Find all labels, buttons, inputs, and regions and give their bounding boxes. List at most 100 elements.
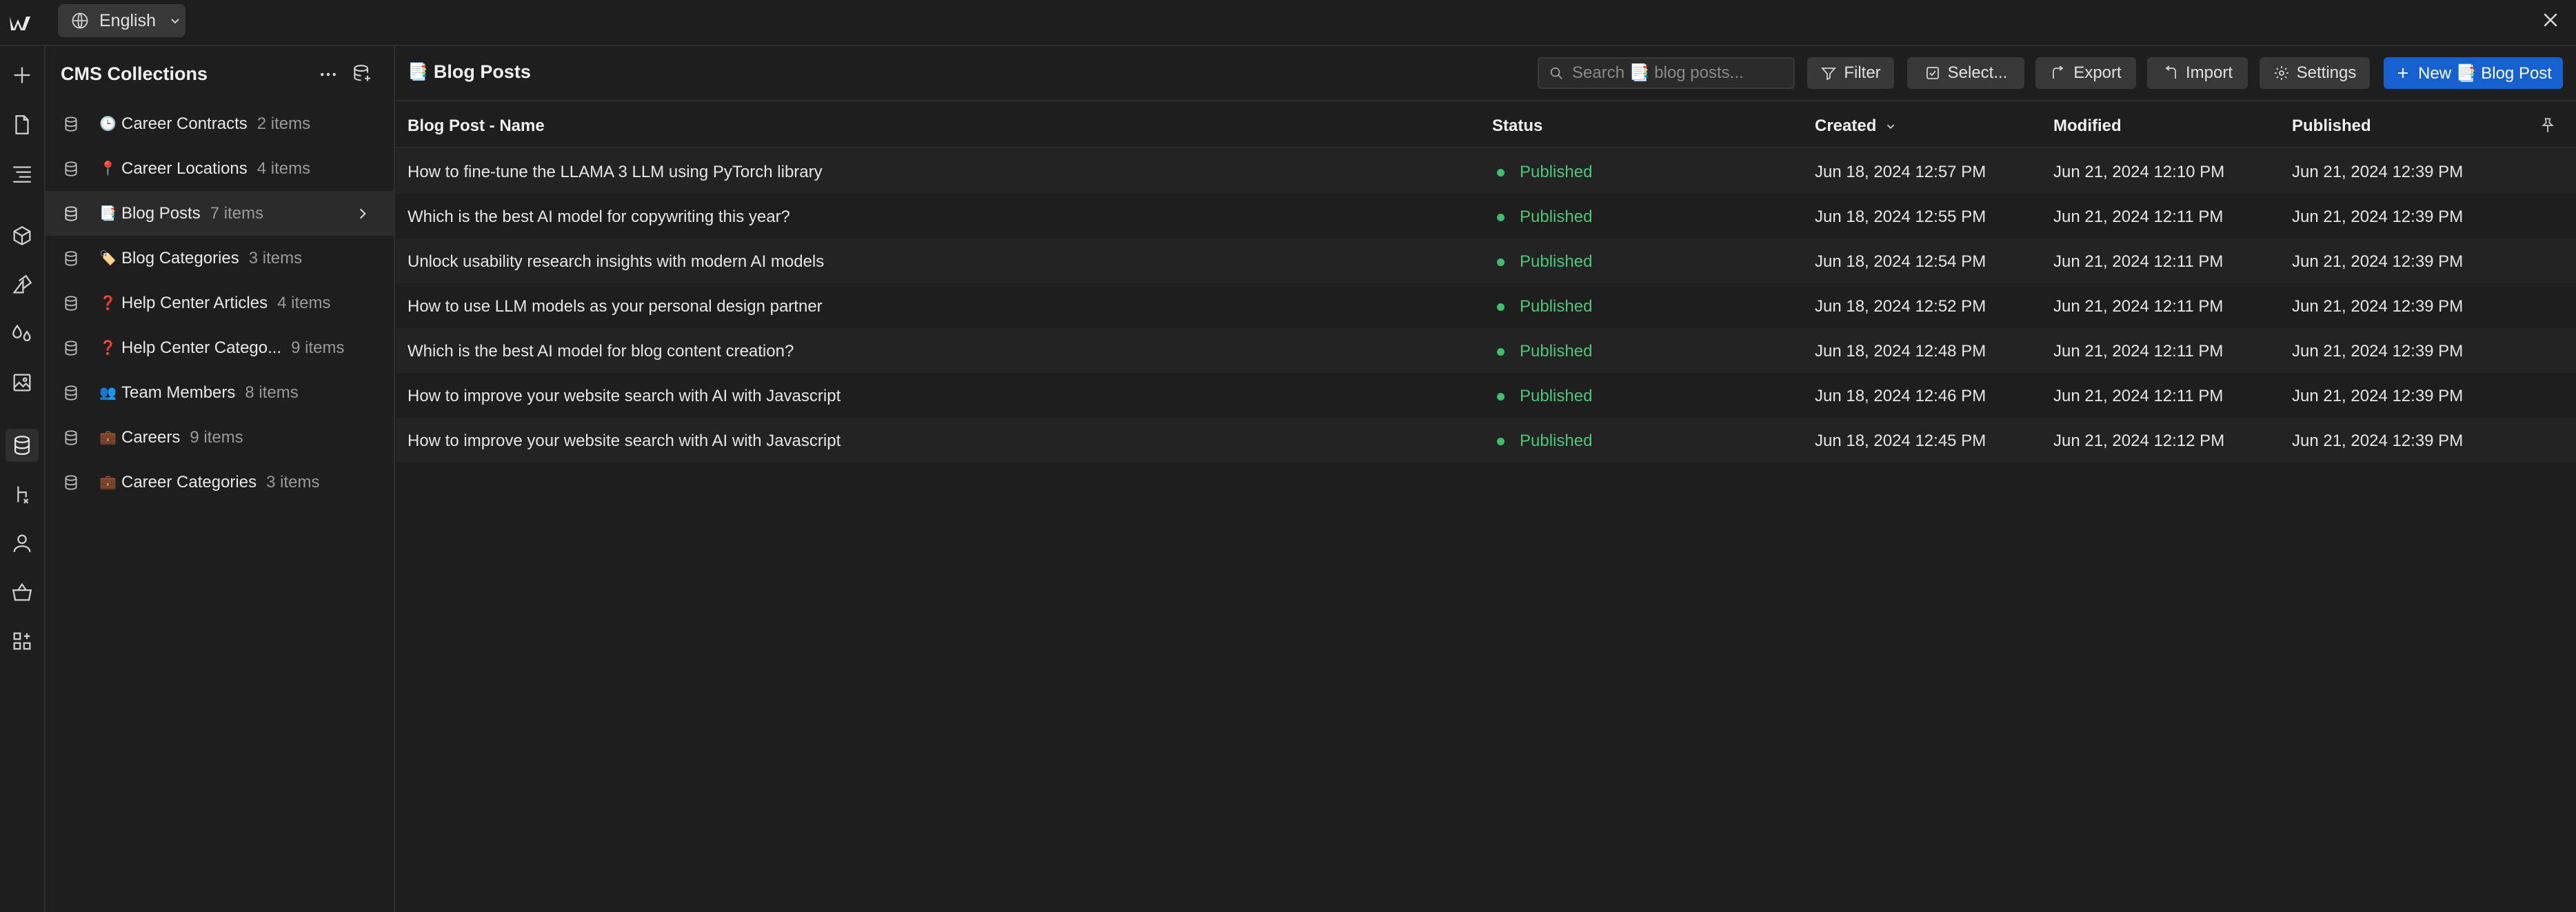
collection-count: 4 items bbox=[277, 293, 331, 312]
collection-item-career-locations[interactable]: 📍 Career Locations 4 items bbox=[46, 146, 394, 191]
published-date: Jun 21, 2024 12:39 PM bbox=[2292, 387, 2464, 405]
post-name: How to improve your website search with … bbox=[407, 387, 841, 405]
table-row[interactable]: How to improve your website search with … bbox=[395, 373, 2576, 418]
collection-item-team-members[interactable]: 👥 Team Members 8 items bbox=[46, 370, 394, 415]
main-content: 📑 Blog Posts Filter Select... Export Imp… bbox=[395, 46, 2576, 912]
table-body: How to fine-tune the LLAMA 3 LLM using P… bbox=[395, 149, 2576, 463]
page-title-emoji: 📑 bbox=[407, 63, 428, 81]
published-date: Jun 21, 2024 12:39 PM bbox=[2292, 207, 2464, 226]
created-date: Jun 18, 2024 12:54 PM bbox=[1815, 252, 1986, 271]
status-dot bbox=[1497, 213, 1505, 221]
collection-count: 2 items bbox=[256, 114, 311, 133]
pin-icon[interactable] bbox=[2539, 116, 2557, 134]
column-header-modified[interactable]: Modified bbox=[2053, 116, 2122, 136]
collection-item-career-categories[interactable]: 💼 Career Categories 3 items bbox=[46, 460, 394, 505]
table-row[interactable]: Which is the best AI model for copywriti… bbox=[395, 194, 2576, 239]
settings-button[interactable]: Settings bbox=[2260, 57, 2370, 89]
pages-icon[interactable] bbox=[6, 108, 39, 141]
top-bar: English bbox=[0, 0, 2576, 46]
table-row[interactable]: How to use LLM models as your personal d… bbox=[395, 283, 2576, 328]
published-date: Jun 21, 2024 12:39 PM bbox=[2292, 297, 2464, 316]
collection-name: Help Center Catego... bbox=[121, 338, 282, 357]
sort-chevron-down-icon bbox=[1887, 124, 1895, 129]
collection-name: Career Categories bbox=[121, 472, 257, 492]
database-icon bbox=[65, 161, 77, 176]
published-date: Jun 21, 2024 12:39 PM bbox=[2292, 252, 2464, 271]
collection-name: Team Members bbox=[121, 383, 236, 402]
modified-date: Jun 21, 2024 12:12 PM bbox=[2053, 432, 2225, 450]
collection-item-blog-categories[interactable]: 🏷️ Blog Categories 3 items bbox=[46, 236, 394, 281]
users-icon[interactable] bbox=[6, 527, 39, 560]
new-blog-post-button[interactable]: New 📑 Blog Post bbox=[2384, 57, 2563, 89]
new-blog-post-label: New 📑 Blog Post bbox=[2418, 63, 2552, 83]
collection-emoji: 📑 bbox=[99, 206, 117, 221]
main-header: 📑 Blog Posts Filter Select... Export Imp… bbox=[395, 46, 2576, 101]
cms-collections-panel: CMS Collections 🕒 Career Contracts 2 ite… bbox=[46, 46, 395, 912]
table-row[interactable]: How to fine-tune the LLAMA 3 LLM using P… bbox=[395, 149, 2576, 194]
collection-item-careers[interactable]: 💼 Careers 9 items bbox=[46, 415, 394, 460]
status-dot bbox=[1497, 392, 1505, 401]
search-box[interactable] bbox=[1538, 57, 1795, 89]
export-button[interactable]: Export bbox=[2035, 57, 2136, 89]
collection-emoji: 💼 bbox=[99, 475, 117, 490]
status-dot bbox=[1497, 303, 1505, 311]
column-header-name[interactable]: Blog Post - Name bbox=[407, 116, 545, 136]
collection-item-help-center-articles[interactable]: ❓ Help Center Articles 4 items bbox=[46, 281, 394, 325]
database-icon bbox=[65, 429, 77, 445]
column-header-status[interactable]: Status bbox=[1492, 116, 1542, 136]
table-row[interactable]: Unlock usability research insights with … bbox=[395, 239, 2576, 283]
column-header-created[interactable]: Created bbox=[1815, 116, 1897, 136]
modified-date: Jun 21, 2024 12:11 PM bbox=[2053, 387, 2224, 405]
logic-flow-icon[interactable] bbox=[6, 478, 39, 511]
created-date: Jun 18, 2024 12:46 PM bbox=[1815, 387, 1986, 405]
status-badge: Published bbox=[1497, 163, 1592, 182]
ecommerce-basket-icon[interactable] bbox=[6, 576, 39, 609]
status-badge: Published bbox=[1497, 342, 1592, 361]
collection-count: 9 items bbox=[190, 427, 243, 447]
style-selectors-icon[interactable] bbox=[6, 268, 39, 301]
add-collection-icon[interactable] bbox=[351, 63, 373, 85]
variables-icon[interactable] bbox=[6, 317, 39, 350]
collection-item-help-center-categories[interactable]: ❓ Help Center Catego... 9 items bbox=[46, 325, 394, 370]
import-icon bbox=[2165, 65, 2176, 79]
collection-emoji: 💼 bbox=[99, 430, 117, 445]
table-header: Blog Post - Name Status Created Modified… bbox=[395, 101, 2576, 148]
collection-count: 3 items bbox=[248, 248, 303, 267]
table-row[interactable]: Which is the best AI model for blog cont… bbox=[395, 328, 2576, 373]
globe-icon bbox=[72, 12, 88, 29]
import-button[interactable]: Import bbox=[2147, 57, 2248, 89]
select-button[interactable]: Select... bbox=[1907, 57, 2024, 89]
collection-item-career-contracts[interactable]: 🕒 Career Contracts 2 items bbox=[46, 101, 394, 146]
cms-database-icon[interactable] bbox=[6, 429, 39, 462]
collection-emoji: 👥 bbox=[99, 385, 117, 401]
collection-count: 7 items bbox=[210, 203, 264, 223]
created-date: Jun 18, 2024 12:45 PM bbox=[1815, 432, 1986, 450]
components-icon[interactable] bbox=[6, 219, 39, 252]
filter-icon bbox=[1821, 68, 1837, 81]
import-label: Import bbox=[2185, 63, 2233, 82]
navigator-icon[interactable] bbox=[6, 156, 39, 190]
published-date: Jun 21, 2024 12:39 PM bbox=[2292, 342, 2464, 361]
post-name: Which is the best AI model for copywriti… bbox=[407, 207, 790, 226]
column-header-published[interactable]: Published bbox=[2292, 116, 2371, 136]
collection-count: 4 items bbox=[256, 159, 311, 178]
collection-item-blog-posts[interactable]: 📑 Blog Posts 7 items bbox=[46, 191, 394, 236]
created-date: Jun 18, 2024 12:48 PM bbox=[1815, 342, 1986, 361]
search-input[interactable] bbox=[1572, 63, 1779, 83]
status-badge: Published bbox=[1497, 432, 1592, 451]
close-icon[interactable] bbox=[2540, 10, 2561, 30]
filter-button[interactable]: Filter bbox=[1807, 57, 1894, 89]
collection-emoji: 📍 bbox=[99, 161, 117, 176]
webflow-logo-icon[interactable] bbox=[8, 10, 36, 36]
modified-date: Jun 21, 2024 12:11 PM bbox=[2053, 207, 2224, 226]
more-options-icon[interactable] bbox=[318, 64, 339, 85]
language-label: English bbox=[99, 10, 156, 30]
language-selector[interactable]: English bbox=[58, 4, 185, 37]
table-row[interactable]: How to improve your website search with … bbox=[395, 418, 2576, 463]
assets-icon[interactable] bbox=[6, 366, 39, 399]
collection-count: 8 items bbox=[245, 383, 299, 402]
collection-name: Help Center Articles bbox=[121, 293, 268, 312]
created-date: Jun 18, 2024 12:52 PM bbox=[1815, 297, 1986, 316]
apps-icon[interactable] bbox=[6, 625, 39, 658]
add-icon[interactable] bbox=[6, 59, 39, 92]
